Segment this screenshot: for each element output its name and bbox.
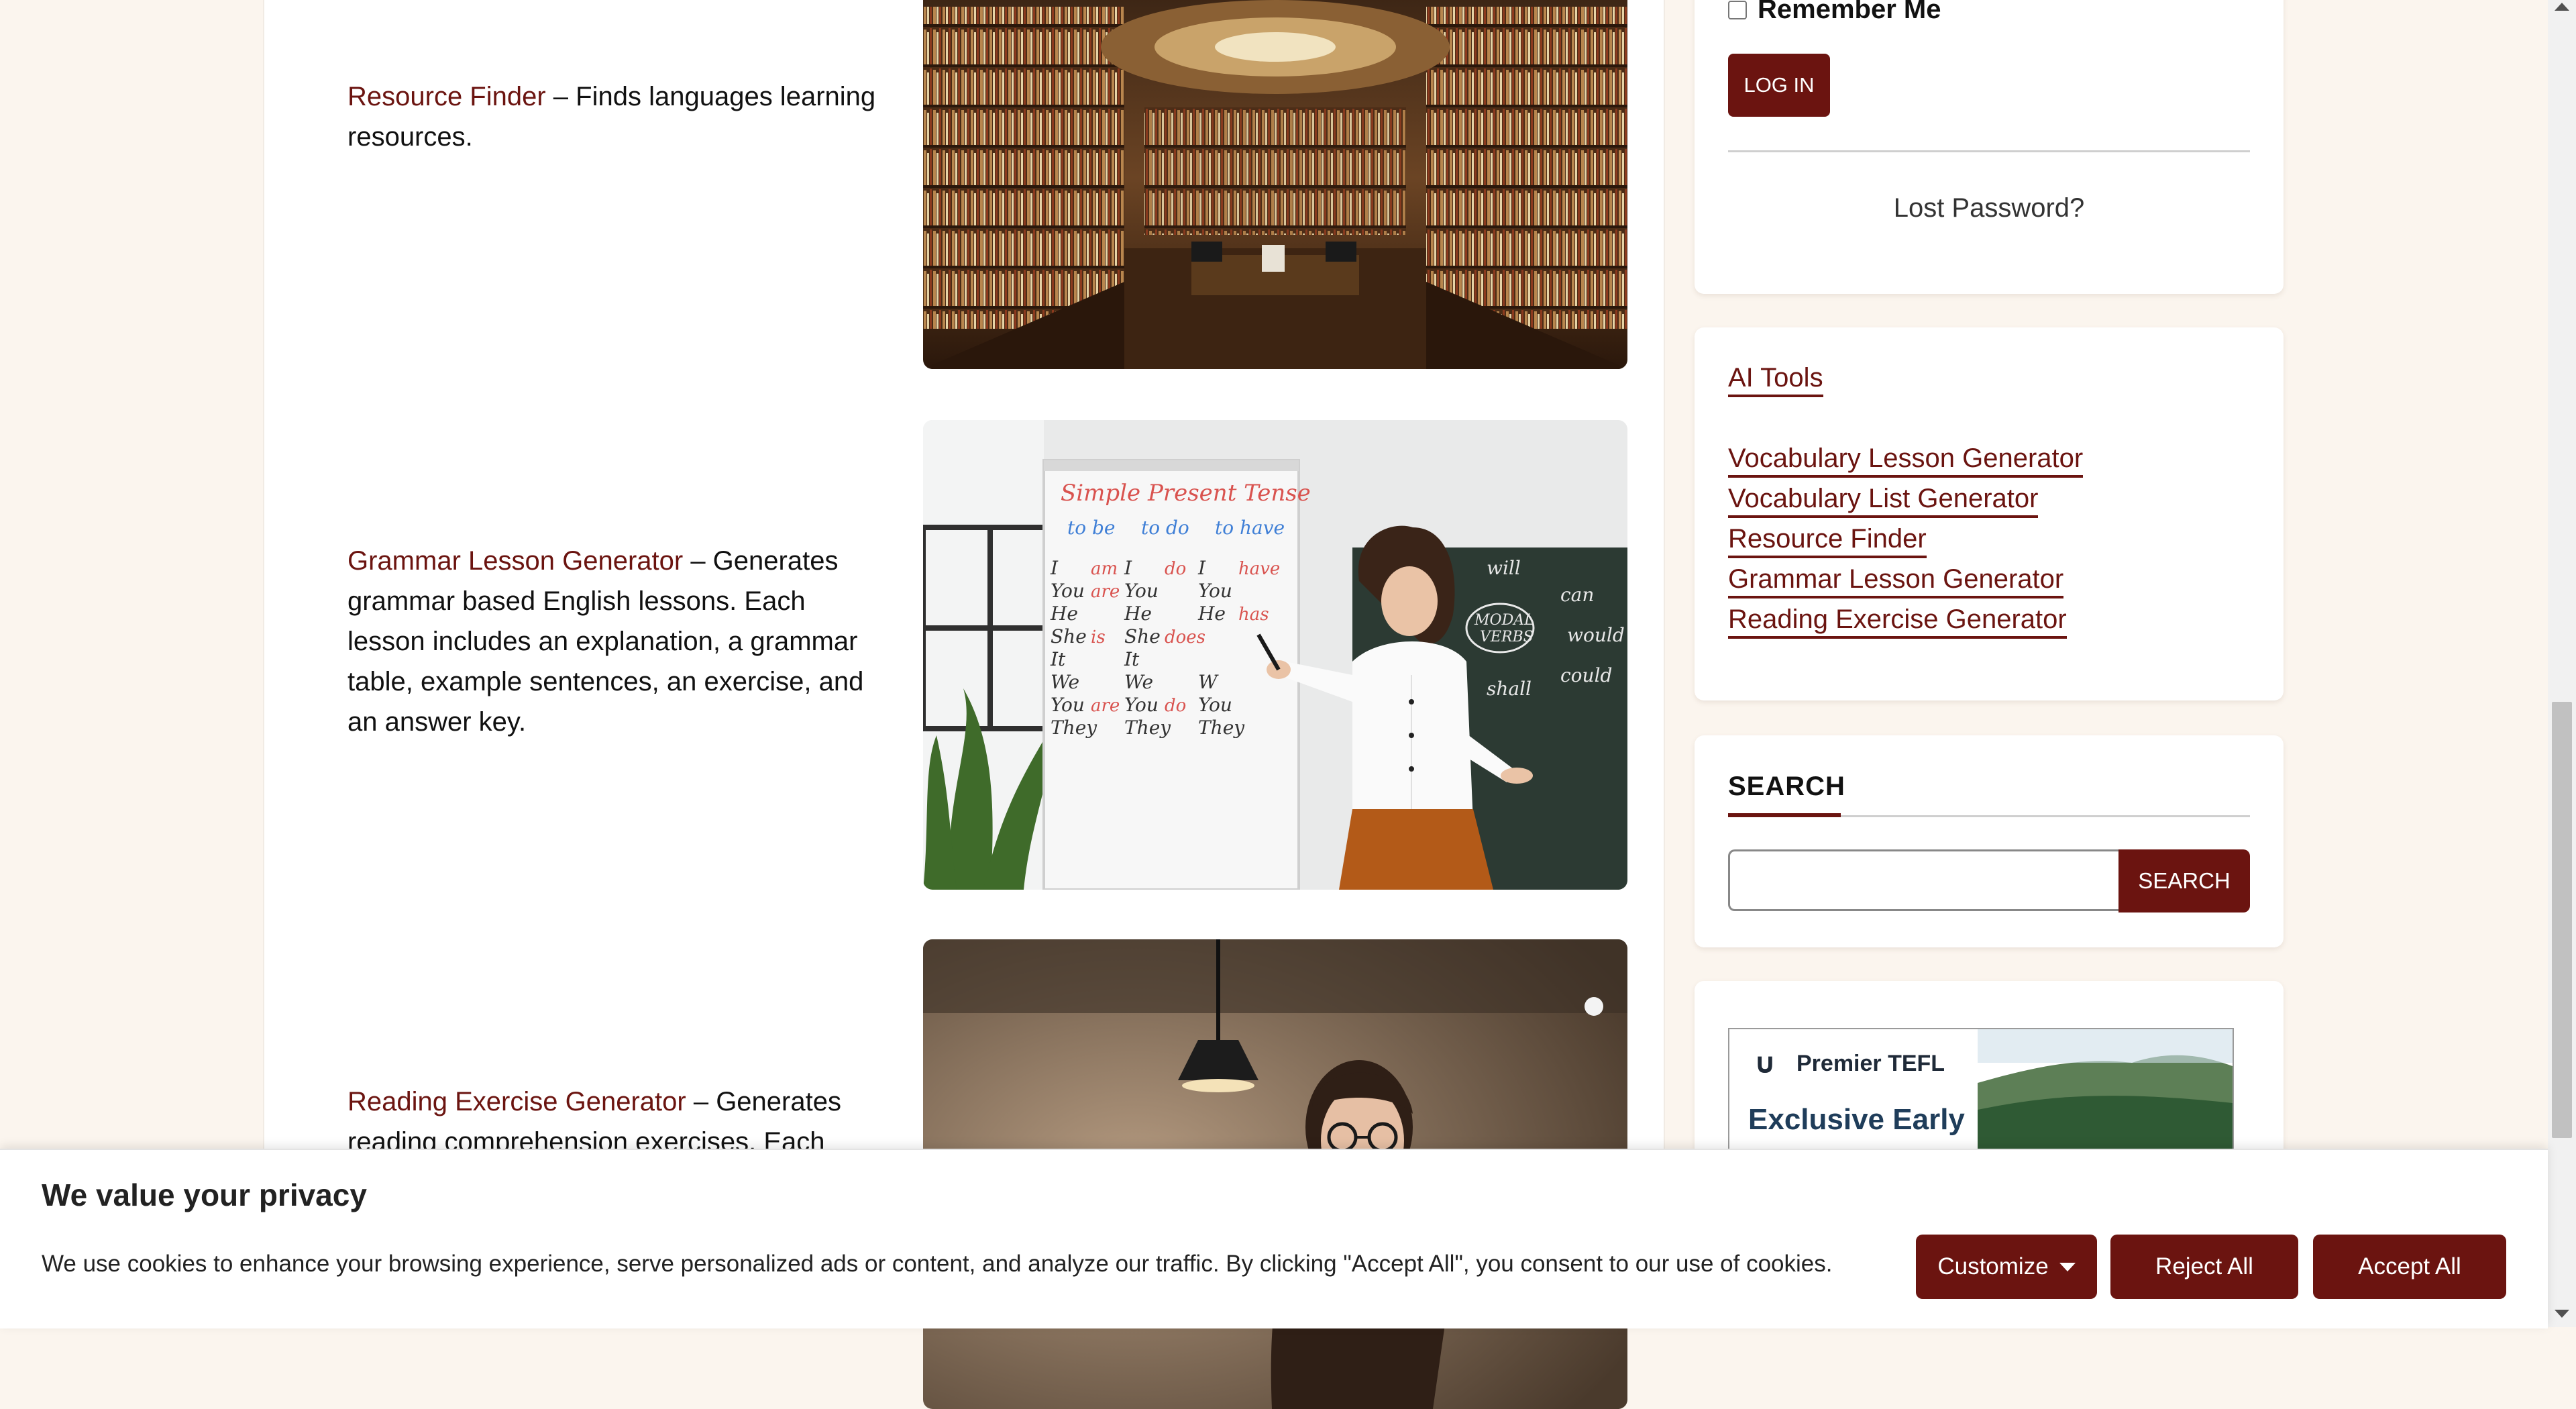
customize-label: Customize <box>1937 1253 2049 1280</box>
ai-tools-link[interactable]: AI Tools <box>1728 361 1823 397</box>
tool-link-reading-exercise-generator[interactable]: Reading Exercise Generator <box>1728 603 2067 639</box>
caret-down-icon <box>2059 1262 2076 1271</box>
premier-tefl-ad[interactable]: ∪ Premier TEFL Exclusive Early <box>1728 1028 2234 1158</box>
whiteboard-pronoun: You <box>1124 580 1159 602</box>
whiteboard-pronoun: They <box>1124 717 1171 739</box>
chalkboard-word: could <box>1560 664 1612 686</box>
login-button[interactable]: LOG IN <box>1728 54 1830 117</box>
ad-brand: Premier TEFL <box>1796 1051 1945 1076</box>
divider <box>1728 150 2250 152</box>
search-title-underline <box>1728 813 1841 817</box>
remember-me-label: Remember Me <box>1758 0 1941 24</box>
whiteboard-heading: to be <box>1067 517 1116 539</box>
chalkboard-center: MODAL <box>1474 612 1534 629</box>
accept-all-button[interactable]: Accept All <box>2313 1235 2506 1299</box>
whiteboard-verb: is <box>1091 627 1106 647</box>
whiteboard-pronoun: You <box>1051 580 1085 602</box>
whiteboard-pronoun: You <box>1124 694 1159 716</box>
login-widget <box>1695 0 2284 294</box>
search-input[interactable] <box>1728 849 2118 911</box>
whiteboard-pronoun: He <box>1050 603 1078 625</box>
whiteboard-pronoun: They <box>1051 717 1097 739</box>
tool-link-vocabulary-lesson-generator[interactable]: Vocabulary Lesson Generator <box>1728 441 2084 478</box>
whiteboard-pronoun: She <box>1124 625 1161 647</box>
whiteboard-verb: does <box>1165 627 1205 647</box>
whiteboard-verb: are <box>1091 582 1120 602</box>
whiteboard-verb: have <box>1238 559 1280 579</box>
search-button[interactable]: SEARCH <box>2118 849 2250 912</box>
whiteboard-pronoun: I <box>1124 557 1132 579</box>
whiteboard-heading: to do <box>1141 517 1189 539</box>
whiteboard-verb: has <box>1238 605 1269 625</box>
scrollbar-thumb[interactable] <box>2552 702 2572 1138</box>
whiteboard-pronoun: They <box>1198 717 1245 739</box>
whiteboard-verb: are <box>1091 696 1120 716</box>
premier-tefl-logo-icon: ∪ <box>1754 1047 1777 1079</box>
chalkboard-word: shall <box>1487 678 1532 700</box>
whiteboard-pronoun: She <box>1051 625 1087 647</box>
whiteboard-verb: do <box>1165 696 1186 716</box>
ad-headline: Exclusive Early <box>1748 1103 1965 1136</box>
whiteboard-title: Simple Present Tense <box>1061 480 1311 507</box>
whiteboard-pronoun: It <box>1124 648 1140 670</box>
whiteboard-pronoun: I <box>1197 557 1206 579</box>
whiteboard-pronoun: He <box>1124 603 1152 625</box>
whiteboard-heading: to have <box>1215 517 1285 539</box>
whiteboard-pronoun: We <box>1051 671 1079 693</box>
search-widget <box>1695 735 2284 947</box>
whiteboard-pronoun: It <box>1050 648 1066 670</box>
cookie-title: We value your privacy <box>42 1178 367 1212</box>
whiteboard-pronoun: W <box>1198 671 1219 693</box>
tool-link-resource-finder[interactable]: Resource Finder <box>1728 522 1927 558</box>
whiteboard-pronoun: You <box>1051 694 1085 716</box>
whiteboard-pronoun: I <box>1050 557 1059 579</box>
library-photo <box>923 0 1627 369</box>
entry-resource-finder: Resource Finder – Finds languages learni… <box>347 76 884 157</box>
tool-link-grammar-lesson-generator[interactable]: Grammar Lesson Generator <box>1728 562 2064 598</box>
chalkboard-word: can <box>1560 584 1594 606</box>
reading-exercise-generator-link[interactable]: Reading Exercise Generator <box>347 1087 686 1116</box>
whiteboard-pronoun: We <box>1124 671 1153 693</box>
cookie-description: We use cookies to enhance your browsing … <box>42 1251 1833 1277</box>
whiteboard-verb: do <box>1165 559 1186 579</box>
tool-link-vocabulary-list-generator[interactable]: Vocabulary List Generator <box>1728 482 2039 518</box>
chalkboard-word: would <box>1567 624 1625 646</box>
whiteboard-pronoun: You <box>1198 694 1232 716</box>
reject-all-button[interactable]: Reject All <box>2110 1235 2298 1299</box>
scroll-down-arrow-icon[interactable] <box>2555 1310 2569 1318</box>
scroll-up-arrow-icon[interactable] <box>2555 3 2569 11</box>
grammar-teacher-photo: Simple Present Tense to be to do to have Iam… <box>923 420 1627 890</box>
entry-grammar-lesson: Grammar Lesson Generator – Generates gra… <box>347 541 884 742</box>
search-widget-title: SEARCH <box>1728 772 1845 801</box>
remember-me-checkbox[interactable] <box>1728 0 1747 19</box>
grammar-lesson-generator-link[interactable]: Grammar Lesson Generator <box>347 546 683 576</box>
whiteboard-verb: am <box>1091 559 1118 579</box>
lost-password-link[interactable]: Lost Password? <box>1728 193 2250 223</box>
whiteboard-pronoun: You <box>1198 580 1232 602</box>
chalkboard-word: will <box>1487 557 1521 579</box>
resource-finder-link[interactable]: Resource Finder <box>347 82 546 111</box>
customize-button[interactable]: Customize <box>1916 1235 2097 1299</box>
whiteboard-pronoun: He <box>1197 603 1226 625</box>
remember-me: Remember Me <box>1728 0 1941 25</box>
